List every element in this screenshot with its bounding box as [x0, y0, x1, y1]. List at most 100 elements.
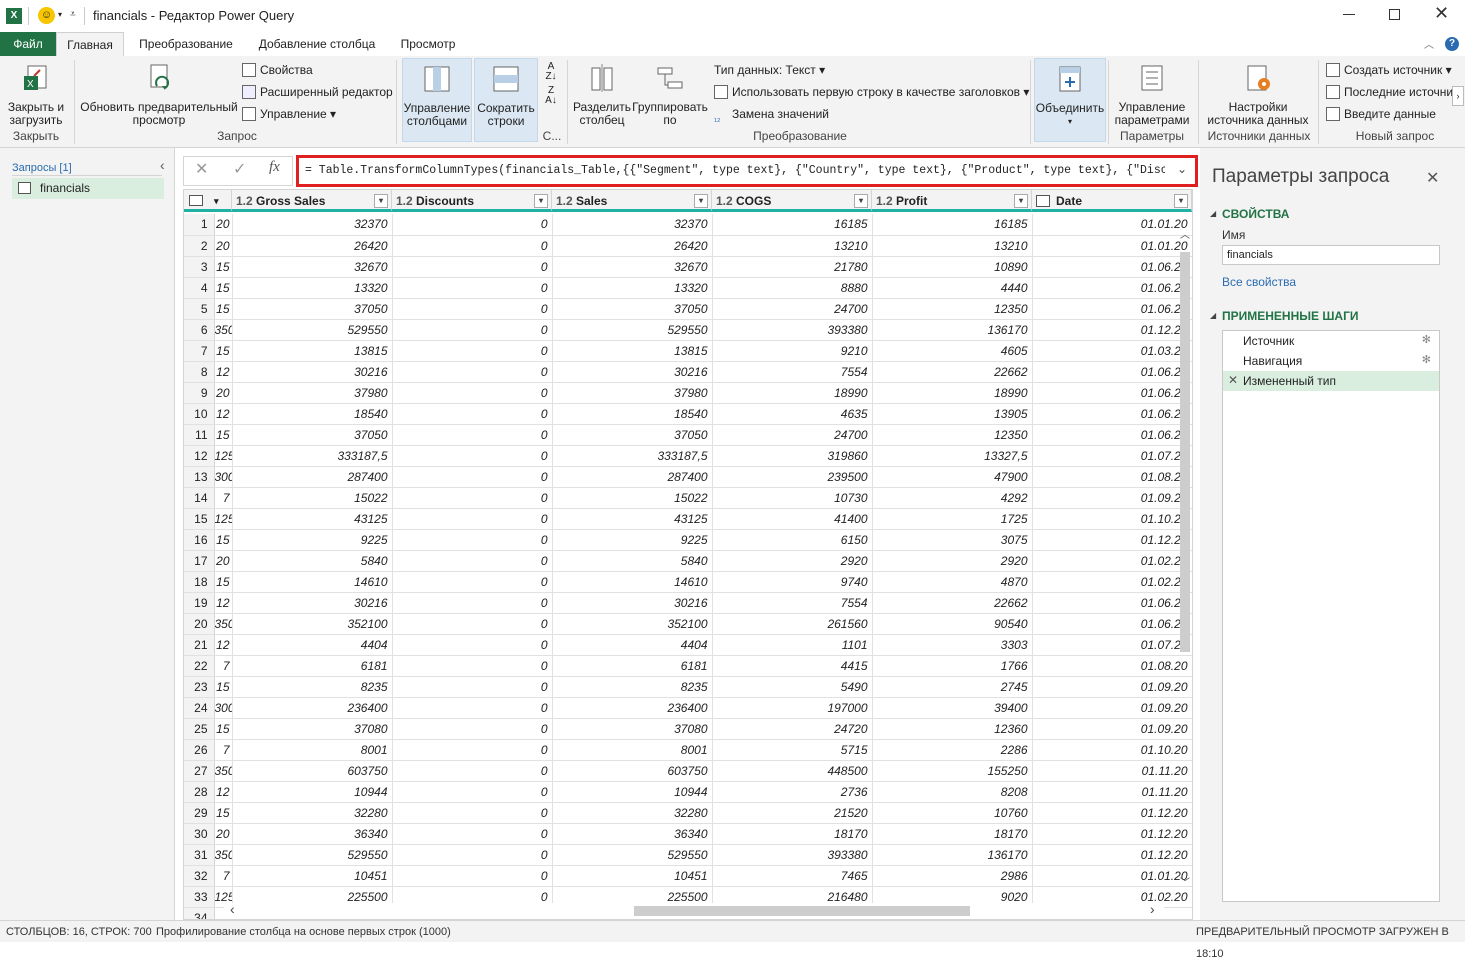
- table-cell[interactable]: 9740: [712, 571, 873, 593]
- table-cell[interactable]: 13210: [712, 235, 873, 257]
- table-cell[interactable]: 24700: [712, 298, 873, 320]
- table-cell[interactable]: 9225: [232, 529, 393, 551]
- table-row[interactable]: 22 7 6181 0 6181 4415 1766 01.08.20: [184, 655, 1192, 677]
- table-cell[interactable]: 4404: [552, 634, 713, 656]
- table-cell-partial[interactable]: 350: [214, 613, 233, 635]
- customize-toolbar-icon[interactable]: ⩡: [70, 9, 76, 20]
- table-cell[interactable]: 0: [392, 529, 553, 551]
- help-icon[interactable]: ?: [1445, 37, 1459, 51]
- table-row[interactable]: 7 15 13815 0 13815 9210 4605 01.03.20: [184, 340, 1192, 362]
- reduce-rows-button[interactable]: Сократить строки: [474, 58, 538, 142]
- table-cell[interactable]: 18540: [232, 403, 393, 425]
- filter-dropdown-icon[interactable]: ▾: [374, 194, 388, 208]
- properties-collapse-icon[interactable]: ◢: [1210, 209, 1216, 218]
- table-cell-partial[interactable]: 7: [214, 739, 233, 761]
- table-cell[interactable]: 136170: [872, 844, 1033, 866]
- table-cell[interactable]: 21520: [712, 802, 873, 824]
- ribbon-scroll-right[interactable]: ›: [1452, 86, 1464, 106]
- table-cell[interactable]: 0: [392, 655, 553, 677]
- table-cell[interactable]: 8208: [872, 781, 1033, 803]
- table-cell[interactable]: 37050: [232, 424, 393, 446]
- table-cell[interactable]: 01.11.20: [1032, 760, 1192, 782]
- table-cell[interactable]: 10944: [232, 781, 393, 803]
- table-cell-partial[interactable]: 15: [214, 676, 233, 698]
- table-cell[interactable]: 10451: [552, 865, 713, 887]
- table-row[interactable]: 16 15 9225 0 9225 6150 3075 01.12.20: [184, 529, 1192, 551]
- table-cell[interactable]: 9210: [712, 340, 873, 362]
- table-cell[interactable]: 01.09.20: [1032, 697, 1192, 719]
- table-cell[interactable]: 26420: [552, 235, 713, 257]
- recent-sources-button[interactable]: Последние источни: [1326, 82, 1453, 102]
- table-cell[interactable]: 0: [392, 613, 553, 635]
- decimal-type-icon[interactable]: 1.2: [556, 190, 573, 212]
- group-by-button[interactable]: Группировать по: [632, 62, 708, 127]
- table-row[interactable]: 23 15 8235 0 8235 5490 2745 01.09.20: [184, 676, 1192, 698]
- table-cell[interactable]: 2920: [712, 550, 873, 572]
- table-cell[interactable]: 18990: [872, 382, 1033, 404]
- table-cell[interactable]: 0: [392, 865, 553, 887]
- filter-dropdown-icon[interactable]: ▾: [854, 194, 868, 208]
- table-cell[interactable]: 01.12.20: [1032, 319, 1192, 341]
- table-cell[interactable]: 5490: [712, 676, 873, 698]
- all-properties-link[interactable]: Все свойства: [1222, 275, 1296, 289]
- table-cell[interactable]: 18540: [552, 403, 713, 425]
- table-cell[interactable]: 1725: [872, 508, 1033, 530]
- table-cell[interactable]: 0: [392, 340, 553, 362]
- table-cell-partial[interactable]: 20: [214, 550, 233, 572]
- table-cell[interactable]: 4292: [872, 487, 1033, 509]
- table-cell[interactable]: 01.08.20: [1032, 655, 1192, 677]
- table-cell[interactable]: 18170: [712, 823, 873, 845]
- tab-add-column[interactable]: Добавление столбца: [250, 32, 384, 56]
- table-cell-partial[interactable]: 7: [214, 865, 233, 887]
- filter-dropdown-icon[interactable]: ▾: [694, 194, 708, 208]
- table-cell[interactable]: 22662: [872, 592, 1033, 614]
- table-cell[interactable]: 0: [392, 550, 553, 572]
- table-cell[interactable]: 01.11.20: [1032, 781, 1192, 803]
- close-load-button[interactable]: X Закрыть и загрузить: [2, 62, 70, 127]
- collapse-queries-icon[interactable]: ‹: [160, 157, 165, 173]
- table-cell-partial[interactable]: 125: [214, 508, 233, 530]
- table-cell[interactable]: 30216: [552, 592, 713, 614]
- query-name-input[interactable]: financials: [1222, 245, 1440, 265]
- table-cell-partial[interactable]: 15: [214, 298, 233, 320]
- table-cell[interactable]: 10944: [552, 781, 713, 803]
- table-cell[interactable]: 9225: [552, 529, 713, 551]
- table-row[interactable]: 31350529550052955039338013617001.12.20: [184, 844, 1192, 866]
- tab-file[interactable]: Файл: [0, 32, 56, 56]
- dropdown-arrow-icon[interactable]: ▾: [58, 10, 62, 19]
- table-cell[interactable]: 136170: [872, 319, 1033, 341]
- table-cell[interactable]: 15022: [232, 487, 393, 509]
- table-row[interactable]: 21 12 4404 0 4404 1101 3303 01.07.20: [184, 634, 1192, 656]
- table-cell[interactable]: 155250: [872, 760, 1033, 782]
- table-cell[interactable]: 10451: [232, 865, 393, 887]
- sort-descending-button[interactable]: Z A↓: [542, 86, 560, 106]
- split-column-button[interactable]: Разделить столбец: [572, 62, 632, 127]
- table-cell[interactable]: 0: [392, 487, 553, 509]
- table-cell[interactable]: 26420: [232, 235, 393, 257]
- close-window-button[interactable]: ✕: [1434, 3, 1449, 24]
- table-cell[interactable]: 0: [392, 466, 553, 488]
- table-cell[interactable]: 21780: [712, 256, 873, 278]
- table-cell[interactable]: 0: [392, 823, 553, 845]
- table-cell[interactable]: 239500: [712, 466, 873, 488]
- table-cell[interactable]: 10760: [872, 802, 1033, 824]
- column-header[interactable]: 1.2 Profit ▾: [872, 190, 1032, 212]
- horizontal-scroll-thumb[interactable]: [634, 906, 970, 916]
- manage-params-button[interactable]: Управление параметрами: [1110, 62, 1194, 127]
- column-header[interactable]: 1.2 Sales ▾: [552, 190, 712, 212]
- table-cell[interactable]: 12360: [872, 718, 1033, 740]
- table-cell-partial[interactable]: 300: [214, 466, 233, 488]
- table-cell[interactable]: 333187,5: [552, 445, 713, 467]
- table-cell[interactable]: 3075: [872, 529, 1033, 551]
- table-cell[interactable]: 4870: [872, 571, 1033, 593]
- table-cell-partial[interactable]: 350: [214, 844, 233, 866]
- table-cell[interactable]: 2986: [872, 865, 1033, 887]
- table-cell[interactable]: 8001: [232, 739, 393, 761]
- table-cell[interactable]: 4404: [232, 634, 393, 656]
- table-cell-partial[interactable]: 12: [214, 361, 233, 383]
- table-cell[interactable]: 37050: [552, 298, 713, 320]
- table-cell[interactable]: 0: [392, 571, 553, 593]
- table-cell[interactable]: 603750: [552, 760, 713, 782]
- manage-columns-button[interactable]: Управление столбцами: [402, 58, 472, 142]
- table-cell[interactable]: 43125: [552, 508, 713, 530]
